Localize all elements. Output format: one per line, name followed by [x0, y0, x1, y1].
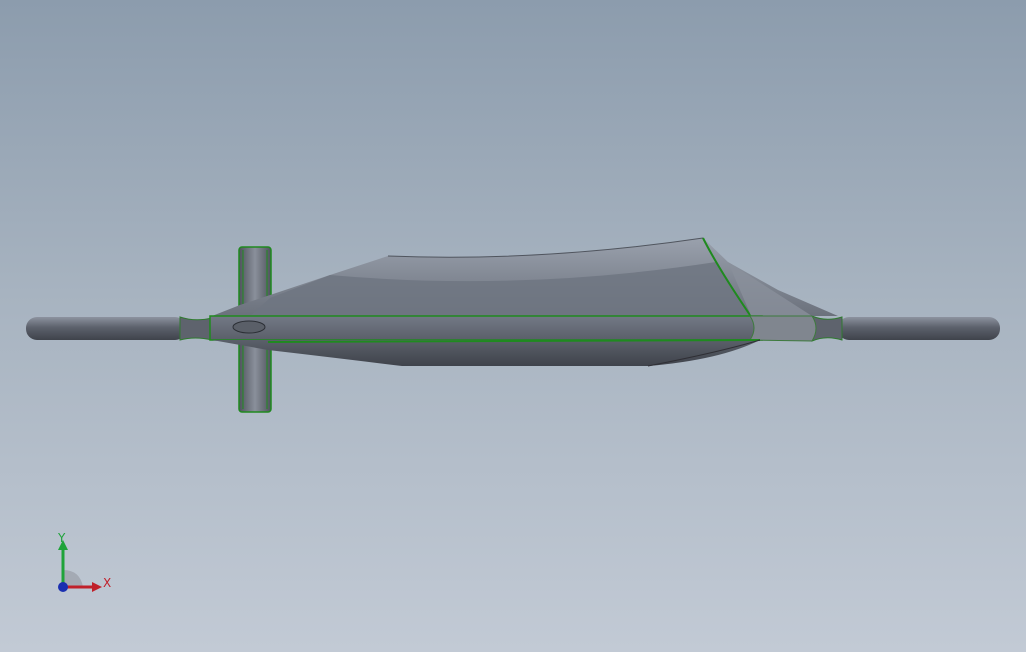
graphics-viewport[interactable]: Y X: [0, 0, 1026, 652]
y-axis-label: Y: [58, 531, 66, 545]
right-collar: [749, 315, 817, 342]
left-rod: [26, 317, 186, 340]
z-axis-dot: [58, 582, 68, 592]
model-view[interactable]: [0, 0, 1026, 652]
left-rod-neck: [179, 316, 213, 341]
lower-surface: [212, 340, 760, 366]
slot-hole: [232, 320, 266, 334]
center-band: [209, 315, 763, 341]
coordinate-triad: Y X: [50, 530, 120, 600]
x-axis-head: [92, 582, 102, 592]
right-rod: [838, 317, 1000, 340]
x-axis-label: X: [103, 576, 112, 590]
